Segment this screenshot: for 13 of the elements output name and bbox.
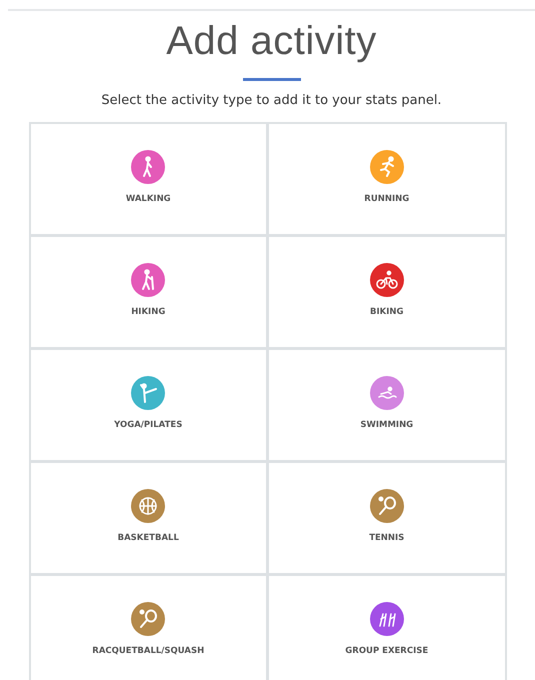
activity-tile[interactable]: GROUP EXERCISE	[269, 576, 504, 680]
activity-tile[interactable]: WALKING	[30, 124, 266, 234]
activity-tile[interactable]: SWIMMING	[269, 350, 504, 460]
activity-tile[interactable]: TENNIS	[269, 463, 504, 573]
activity-tile[interactable]: HIKING	[30, 237, 266, 347]
activity-tile[interactable]: RUNNING	[269, 124, 504, 234]
page-title: Add activity	[166, 19, 377, 64]
activity-tile[interactable]: YOGA/PILATES	[30, 350, 266, 460]
title-underline	[242, 78, 300, 81]
activity-tile[interactable]: BIKING	[269, 237, 504, 347]
activity-tile[interactable]: RACQUETBALL/SQUASH	[30, 576, 266, 680]
activity-tile[interactable]: BASKETBALL	[30, 463, 266, 573]
instruction-text: Select the activity type to add it to your stats panel.	[101, 93, 442, 108]
